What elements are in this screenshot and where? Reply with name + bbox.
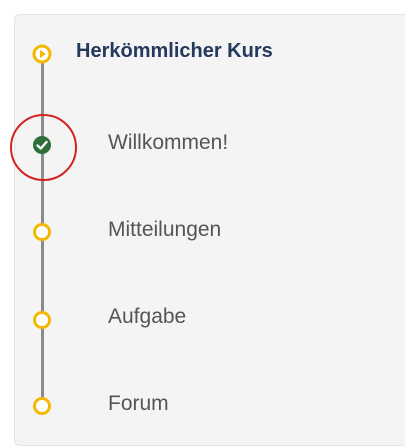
list-item-aufgabe[interactable]: Aufgabe — [108, 305, 186, 329]
open-circle-icon — [32, 310, 52, 330]
open-circle-icon — [32, 222, 52, 242]
list-item-mitteilungen[interactable]: Mitteilungen — [108, 218, 221, 242]
list-item-forum[interactable]: Forum — [108, 392, 169, 416]
open-circle-icon — [32, 396, 52, 416]
list-item-willkommen[interactable]: Willkommen! — [108, 131, 228, 155]
checkmark-circle-icon — [32, 135, 52, 155]
play-circle-icon[interactable] — [32, 44, 52, 64]
course-title[interactable]: Herkömmlicher Kurs — [76, 40, 273, 63]
